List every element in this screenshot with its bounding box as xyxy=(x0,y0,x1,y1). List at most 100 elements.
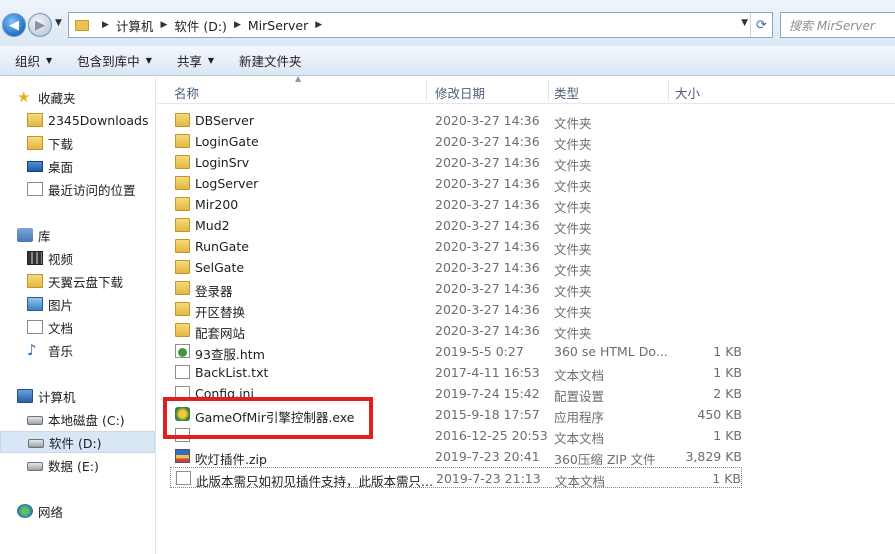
file-list-pane: ▲ 名称 修改日期 类型 大小 DBServer 2020-3-27 14:36 文… xyxy=(157,74,895,554)
file-type: 文件夹 xyxy=(554,158,592,173)
file-row[interactable]: 登录器 2020-3-27 14:36 文件夹 xyxy=(170,278,742,299)
nav-item-drive-d[interactable]: 软件 (D:) xyxy=(0,431,155,453)
file-name: RunGate xyxy=(195,239,249,254)
file-modified-date: 2017-4-11 16:53 xyxy=(435,365,540,380)
address-history-dropdown[interactable]: ▼ xyxy=(741,18,748,28)
file-modified-date: 2020-3-27 14:36 xyxy=(435,134,540,149)
file-modified-date: 2020-3-27 14:36 xyxy=(435,239,540,254)
breadcrumb-mirserver[interactable]: MirServer xyxy=(248,18,308,33)
file-name: 93查服.htm xyxy=(195,347,265,362)
file-modified-date: 2020-3-27 14:36 xyxy=(435,218,540,233)
file-modified-date: 2020-3-27 14:36 xyxy=(435,197,540,212)
column-header-size[interactable]: 大小 xyxy=(675,83,700,102)
recent-pages-dropdown[interactable]: ▼ xyxy=(55,18,62,28)
nav-item-downloads[interactable]: 下载 xyxy=(0,132,155,154)
file-row[interactable]: SelGate 2020-3-27 14:36 文件夹 xyxy=(170,257,742,278)
file-row[interactable]: LoginGate 2020-3-27 14:36 文件夹 xyxy=(170,131,742,152)
column-header-type[interactable]: 类型 xyxy=(554,83,579,102)
folder-icon xyxy=(175,134,190,148)
folder-icon xyxy=(175,155,190,169)
column-divider[interactable] xyxy=(548,79,549,101)
hard-drive-icon xyxy=(27,416,43,425)
chevron-right-icon[interactable]: ▶ xyxy=(234,20,241,30)
chevron-down-icon: ▼ xyxy=(46,56,53,65)
star-icon: ★ xyxy=(17,88,31,106)
nav-libraries[interactable]: 库 xyxy=(0,224,155,246)
nav-item-pictures[interactable]: 图片 xyxy=(0,293,155,315)
nav-item-recent-places[interactable]: 最近访问的位置 xyxy=(0,178,155,200)
breadcrumb-computer[interactable]: 计算机 xyxy=(116,16,154,35)
nav-network-label: 网络 xyxy=(38,504,64,520)
file-row[interactable]: 此版本需只如初见插件支持，此版本需只... 2019-7-23 21:13 文本文档… xyxy=(170,467,742,489)
file-modified-date: 2020-3-27 14:36 xyxy=(435,260,540,275)
chevron-right-icon[interactable]: ▶ xyxy=(102,20,109,30)
breadcrumb-drive-d[interactable]: 软件 (D:) xyxy=(174,16,227,35)
hard-drive-icon xyxy=(28,439,44,448)
file-type: 文件夹 xyxy=(554,263,592,278)
chevron-right-icon[interactable]: ▶ xyxy=(315,20,322,30)
file-row[interactable]: BackList.txt 2017-4-11 16:53 文本文档 1 KB xyxy=(170,362,742,383)
nav-item-label: 天翼云盘下载 xyxy=(48,274,124,290)
file-name: DBServer xyxy=(195,113,254,128)
chevron-right-icon[interactable]: ▶ xyxy=(160,20,167,30)
nav-favorites[interactable]: ★ 收藏夹 xyxy=(0,86,155,108)
file-modified-date: 2020-3-27 14:36 xyxy=(435,302,540,317)
file-modified-date: 2019-7-24 15:42 xyxy=(435,386,540,401)
column-divider[interactable] xyxy=(426,79,427,101)
nav-item-label: 2345Downloads xyxy=(48,112,149,128)
file-row[interactable]: Mir200 2020-3-27 14:36 文件夹 xyxy=(170,194,742,215)
nav-item-2345downloads[interactable]: 2345Downloads xyxy=(0,109,155,131)
back-button[interactable]: ◀ xyxy=(2,13,26,37)
file-size: 3,829 KB xyxy=(685,449,742,464)
file-row[interactable]: 开区替换 2020-3-27 14:36 文件夹 xyxy=(170,299,742,320)
nav-network[interactable]: 网络 xyxy=(0,500,155,522)
file-name: LoginGate xyxy=(195,134,259,149)
file-type: 文件夹 xyxy=(554,305,592,320)
file-modified-date: 2015-9-18 17:57 xyxy=(435,407,540,422)
video-library-icon xyxy=(27,251,43,265)
new-folder-button[interactable]: 新建文件夹 xyxy=(239,51,302,70)
file-row[interactable]: RunGate 2020-3-27 14:36 文件夹 xyxy=(170,236,742,257)
folder-icon xyxy=(175,239,190,253)
folder-icon xyxy=(75,19,89,31)
nav-item-documents[interactable]: 文档 xyxy=(0,316,155,338)
html-file-icon xyxy=(175,344,190,358)
file-row[interactable]: LoginSrv 2020-3-27 14:36 文件夹 xyxy=(170,152,742,173)
file-type: 文本文档 xyxy=(554,368,605,383)
file-row[interactable]: 配套网站 2020-3-27 14:36 文件夹 xyxy=(170,320,742,341)
search-placeholder: 搜索 MirServer xyxy=(789,18,875,33)
nav-computer[interactable]: 计算机 xyxy=(0,385,155,407)
forward-button[interactable]: ▶ xyxy=(28,13,52,37)
share-button[interactable]: 共享 ▼ xyxy=(177,51,214,70)
nav-favorites-label: 收藏夹 xyxy=(38,90,76,106)
include-library-label: 包含到库中 xyxy=(77,54,140,69)
nav-item-music[interactable]: ♪ 音乐 xyxy=(0,339,155,361)
file-name: 吹灯插件.zip xyxy=(195,452,267,467)
include-in-library-button[interactable]: 包含到库中 ▼ xyxy=(77,51,152,70)
nav-item-tianyi-cloud[interactable]: 天翼云盘下载 xyxy=(0,270,155,292)
file-row[interactable]: 吹灯插件.zip 2019-7-23 20:41 360压缩 ZIP 文件 3,829… xyxy=(170,446,742,467)
refresh-button[interactable]: ⟳ xyxy=(750,13,772,37)
file-row[interactable]: DBServer 2020-3-27 14:36 文件夹 xyxy=(170,110,742,131)
column-header-name[interactable]: 名称 xyxy=(174,83,199,102)
search-input[interactable]: 搜索 MirServer xyxy=(780,12,895,38)
file-row[interactable]: 93查服.htm 2019-5-5 0:27 360 se HTML Do... 1 … xyxy=(170,341,742,362)
nav-item-drive-c[interactable]: 本地磁盘 (C:) xyxy=(0,408,155,430)
nav-item-label: 图片 xyxy=(48,297,74,313)
file-row[interactable]: LogServer 2020-3-27 14:36 文件夹 xyxy=(170,173,742,194)
column-divider[interactable] xyxy=(668,79,669,101)
nav-item-desktop[interactable]: 桌面 xyxy=(0,155,155,177)
folder-icon xyxy=(175,197,190,211)
annotation-highlight-box xyxy=(163,397,373,439)
file-type: 文件夹 xyxy=(554,137,592,152)
nav-item-drive-e[interactable]: 数据 (E:) xyxy=(0,454,155,476)
file-modified-date: 2019-5-5 0:27 xyxy=(435,344,524,359)
file-modified-date: 2019-7-23 20:41 xyxy=(435,449,540,464)
file-name: SelGate xyxy=(195,260,245,275)
file-row[interactable]: Mud2 2020-3-27 14:36 文件夹 xyxy=(170,215,742,236)
nav-item-videos[interactable]: 视频 xyxy=(0,247,155,269)
address-field[interactable]: ▶ 计算机 ▶ 软件 (D:) ▶ MirServer ▶ ▼ ⟳ xyxy=(68,12,773,38)
file-size: 1 KB xyxy=(712,471,741,486)
organize-button[interactable]: 组织 ▼ xyxy=(15,51,52,70)
column-header-date[interactable]: 修改日期 xyxy=(435,83,485,102)
